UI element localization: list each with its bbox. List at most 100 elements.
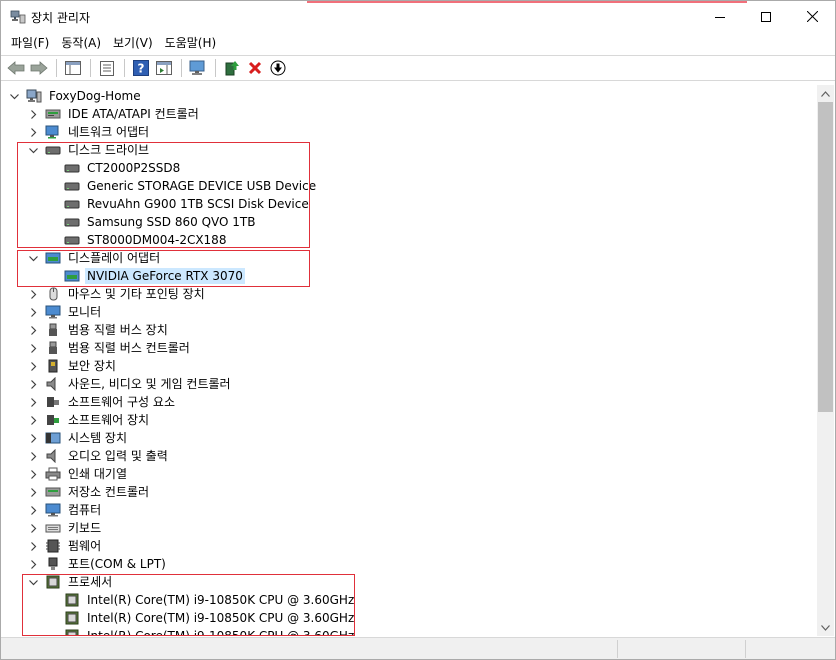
toolbar-separator — [181, 59, 182, 77]
expand-toggle[interactable] — [27, 378, 39, 390]
mouse-icon — [49, 287, 58, 301]
tree-item-label: 인쇄 대기열 — [68, 467, 128, 481]
tree-device[interactable]: NVIDIA GeForce RTX 3070 — [64, 267, 245, 285]
tree-category[interactable]: 저장소 컨트롤러 — [45, 483, 151, 501]
forward-button[interactable] — [28, 57, 50, 79]
close-button[interactable] — [789, 1, 835, 32]
chevron-right-icon — [30, 433, 36, 443]
tree-category[interactable]: 오디오 입력 및 출력 — [45, 447, 170, 465]
expand-toggle[interactable] — [27, 468, 39, 480]
tree-category[interactable]: 보안 장치 — [45, 357, 118, 375]
tree-device[interactable]: Intel(R) Core(TM) i9-10850K CPU @ 3.60GH… — [64, 591, 356, 609]
action-pane-icon — [156, 61, 172, 75]
scroll-down-button[interactable] — [817, 619, 834, 636]
chevron-down-icon — [821, 624, 830, 631]
scrollbar-thumb[interactable] — [818, 102, 833, 412]
tree-category[interactable]: 범용 직렬 버스 컨트롤러 — [45, 339, 192, 357]
properties-button[interactable] — [96, 57, 118, 79]
menu-action[interactable]: 동작(A) — [55, 33, 107, 53]
menu-file[interactable]: 파일(F) — [5, 33, 55, 53]
menu-view[interactable]: 보기(V) — [107, 33, 159, 53]
expand-toggle[interactable] — [27, 324, 39, 336]
minimize-button[interactable] — [697, 1, 743, 32]
tree-device[interactable]: Intel(R) Core(TM) i9-10850K CPU @ 3.60GH… — [64, 609, 356, 627]
display-adapter-icon — [45, 252, 61, 264]
disk-drive-icon — [64, 182, 80, 191]
device-tree[interactable]: FoxyDog-Home IDE ATA/ATAPI 컨트롤러네트워크 어댑터디스… — [2, 85, 817, 636]
scroll-up-button[interactable] — [817, 85, 834, 102]
tree-category[interactable]: IDE ATA/ATAPI 컨트롤러 — [45, 105, 201, 123]
menu-help[interactable]: 도움말(H) — [159, 33, 223, 53]
collapse-toggle[interactable] — [27, 576, 39, 588]
tree-category[interactable]: 소프트웨어 장치 — [45, 411, 151, 429]
expand-toggle[interactable] — [27, 396, 39, 408]
collapse-toggle[interactable] — [8, 90, 20, 102]
tree-category[interactable]: 키보드 — [45, 519, 103, 537]
tree-category[interactable]: 포트(COM & LPT) — [45, 555, 168, 573]
tree-device[interactable]: RevuAhn G900 1TB SCSI Disk Device — [64, 195, 311, 213]
tree-root[interactable]: FoxyDog-Home — [26, 87, 143, 105]
software-component-icon — [47, 397, 59, 407]
tree-category[interactable]: 모니터 — [45, 303, 103, 321]
tree-device[interactable]: CT2000P2SSD8 — [64, 159, 182, 177]
expand-toggle[interactable] — [27, 540, 39, 552]
expand-toggle[interactable] — [27, 342, 39, 354]
back-button[interactable] — [5, 57, 27, 79]
expand-toggle[interactable] — [27, 414, 39, 426]
scan-hardware-button[interactable] — [187, 57, 209, 79]
device-manager-app-icon — [10, 10, 26, 24]
tree-item-label: 오디오 입력 및 출력 — [68, 449, 168, 463]
expand-toggle[interactable] — [27, 360, 39, 372]
tree-category[interactable]: 범용 직렬 버스 장치 — [45, 321, 170, 339]
tree-item-label: 보안 장치 — [68, 359, 116, 373]
expand-toggle[interactable] — [27, 288, 39, 300]
expand-toggle[interactable] — [27, 504, 39, 516]
help-button[interactable]: ? — [130, 57, 152, 79]
expand-toggle[interactable] — [27, 522, 39, 534]
uninstall-x-icon — [248, 61, 262, 75]
tree-category[interactable]: 시스템 장치 — [45, 429, 129, 447]
tree-item-label: 디스크 드라이브 — [68, 143, 150, 157]
chevron-right-icon — [30, 325, 36, 335]
collapse-toggle[interactable] — [27, 252, 39, 264]
disable-device-button[interactable] — [267, 57, 289, 79]
expand-toggle[interactable] — [27, 558, 39, 570]
tree-item-label: FoxyDog-Home — [49, 89, 141, 103]
tree-item-label: Intel(R) Core(TM) i9-10850K CPU @ 3.60GH… — [87, 629, 355, 636]
action-pane-button[interactable] — [153, 57, 175, 79]
tree-category[interactable]: 디스크 드라이브 — [45, 141, 151, 159]
tree-category[interactable]: 인쇄 대기열 — [45, 465, 129, 483]
tree-category[interactable]: 사운드, 비디오 및 게임 컨트롤러 — [45, 375, 233, 393]
tree-device[interactable]: ST8000DM004-2CX188 — [64, 231, 228, 249]
expand-toggle[interactable] — [27, 126, 39, 138]
disk-drive-icon — [64, 218, 80, 227]
expand-toggle[interactable] — [27, 306, 39, 318]
chevron-right-icon — [30, 307, 36, 317]
tree-category[interactable]: 네트워크 어댑터 — [45, 123, 151, 141]
tree-device[interactable]: Generic STORAGE DEVICE USB Device — [64, 177, 318, 195]
show-hide-console-tree-button[interactable] — [62, 57, 84, 79]
tree-item-label: 네트워크 어댑터 — [68, 125, 150, 139]
collapse-toggle[interactable] — [27, 144, 39, 156]
tree-category[interactable]: 프로세서 — [45, 573, 114, 591]
chevron-right-icon — [30, 109, 36, 119]
uninstall-device-button[interactable] — [244, 57, 266, 79]
maximize-button[interactable] — [743, 1, 789, 32]
expand-toggle[interactable] — [27, 108, 39, 120]
tree-device[interactable]: Intel(R) Core(TM) i9-10850K CPU @ 3.60GH… — [64, 627, 356, 636]
tree-category[interactable]: 컴퓨터 — [45, 501, 103, 519]
chevron-down-icon — [9, 93, 19, 99]
expand-toggle[interactable] — [27, 486, 39, 498]
tree-category[interactable]: 마우스 및 기타 포인팅 장치 — [45, 285, 207, 303]
tree-category[interactable]: 펌웨어 — [45, 537, 103, 555]
tree-category[interactable]: 소프트웨어 구성 요소 — [45, 393, 177, 411]
tree-item-label: 펌웨어 — [68, 539, 102, 553]
expand-toggle[interactable] — [27, 432, 39, 444]
tree-item-label: 시스템 장치 — [68, 431, 128, 445]
tree-device[interactable]: Samsung SSD 860 QVO 1TB — [64, 213, 257, 231]
vertical-scrollbar[interactable] — [817, 85, 834, 636]
tree-category[interactable]: 디스플레이 어댑터 — [45, 249, 162, 267]
chevron-down-icon — [28, 147, 38, 153]
expand-toggle[interactable] — [27, 450, 39, 462]
update-driver-button[interactable] — [221, 57, 243, 79]
